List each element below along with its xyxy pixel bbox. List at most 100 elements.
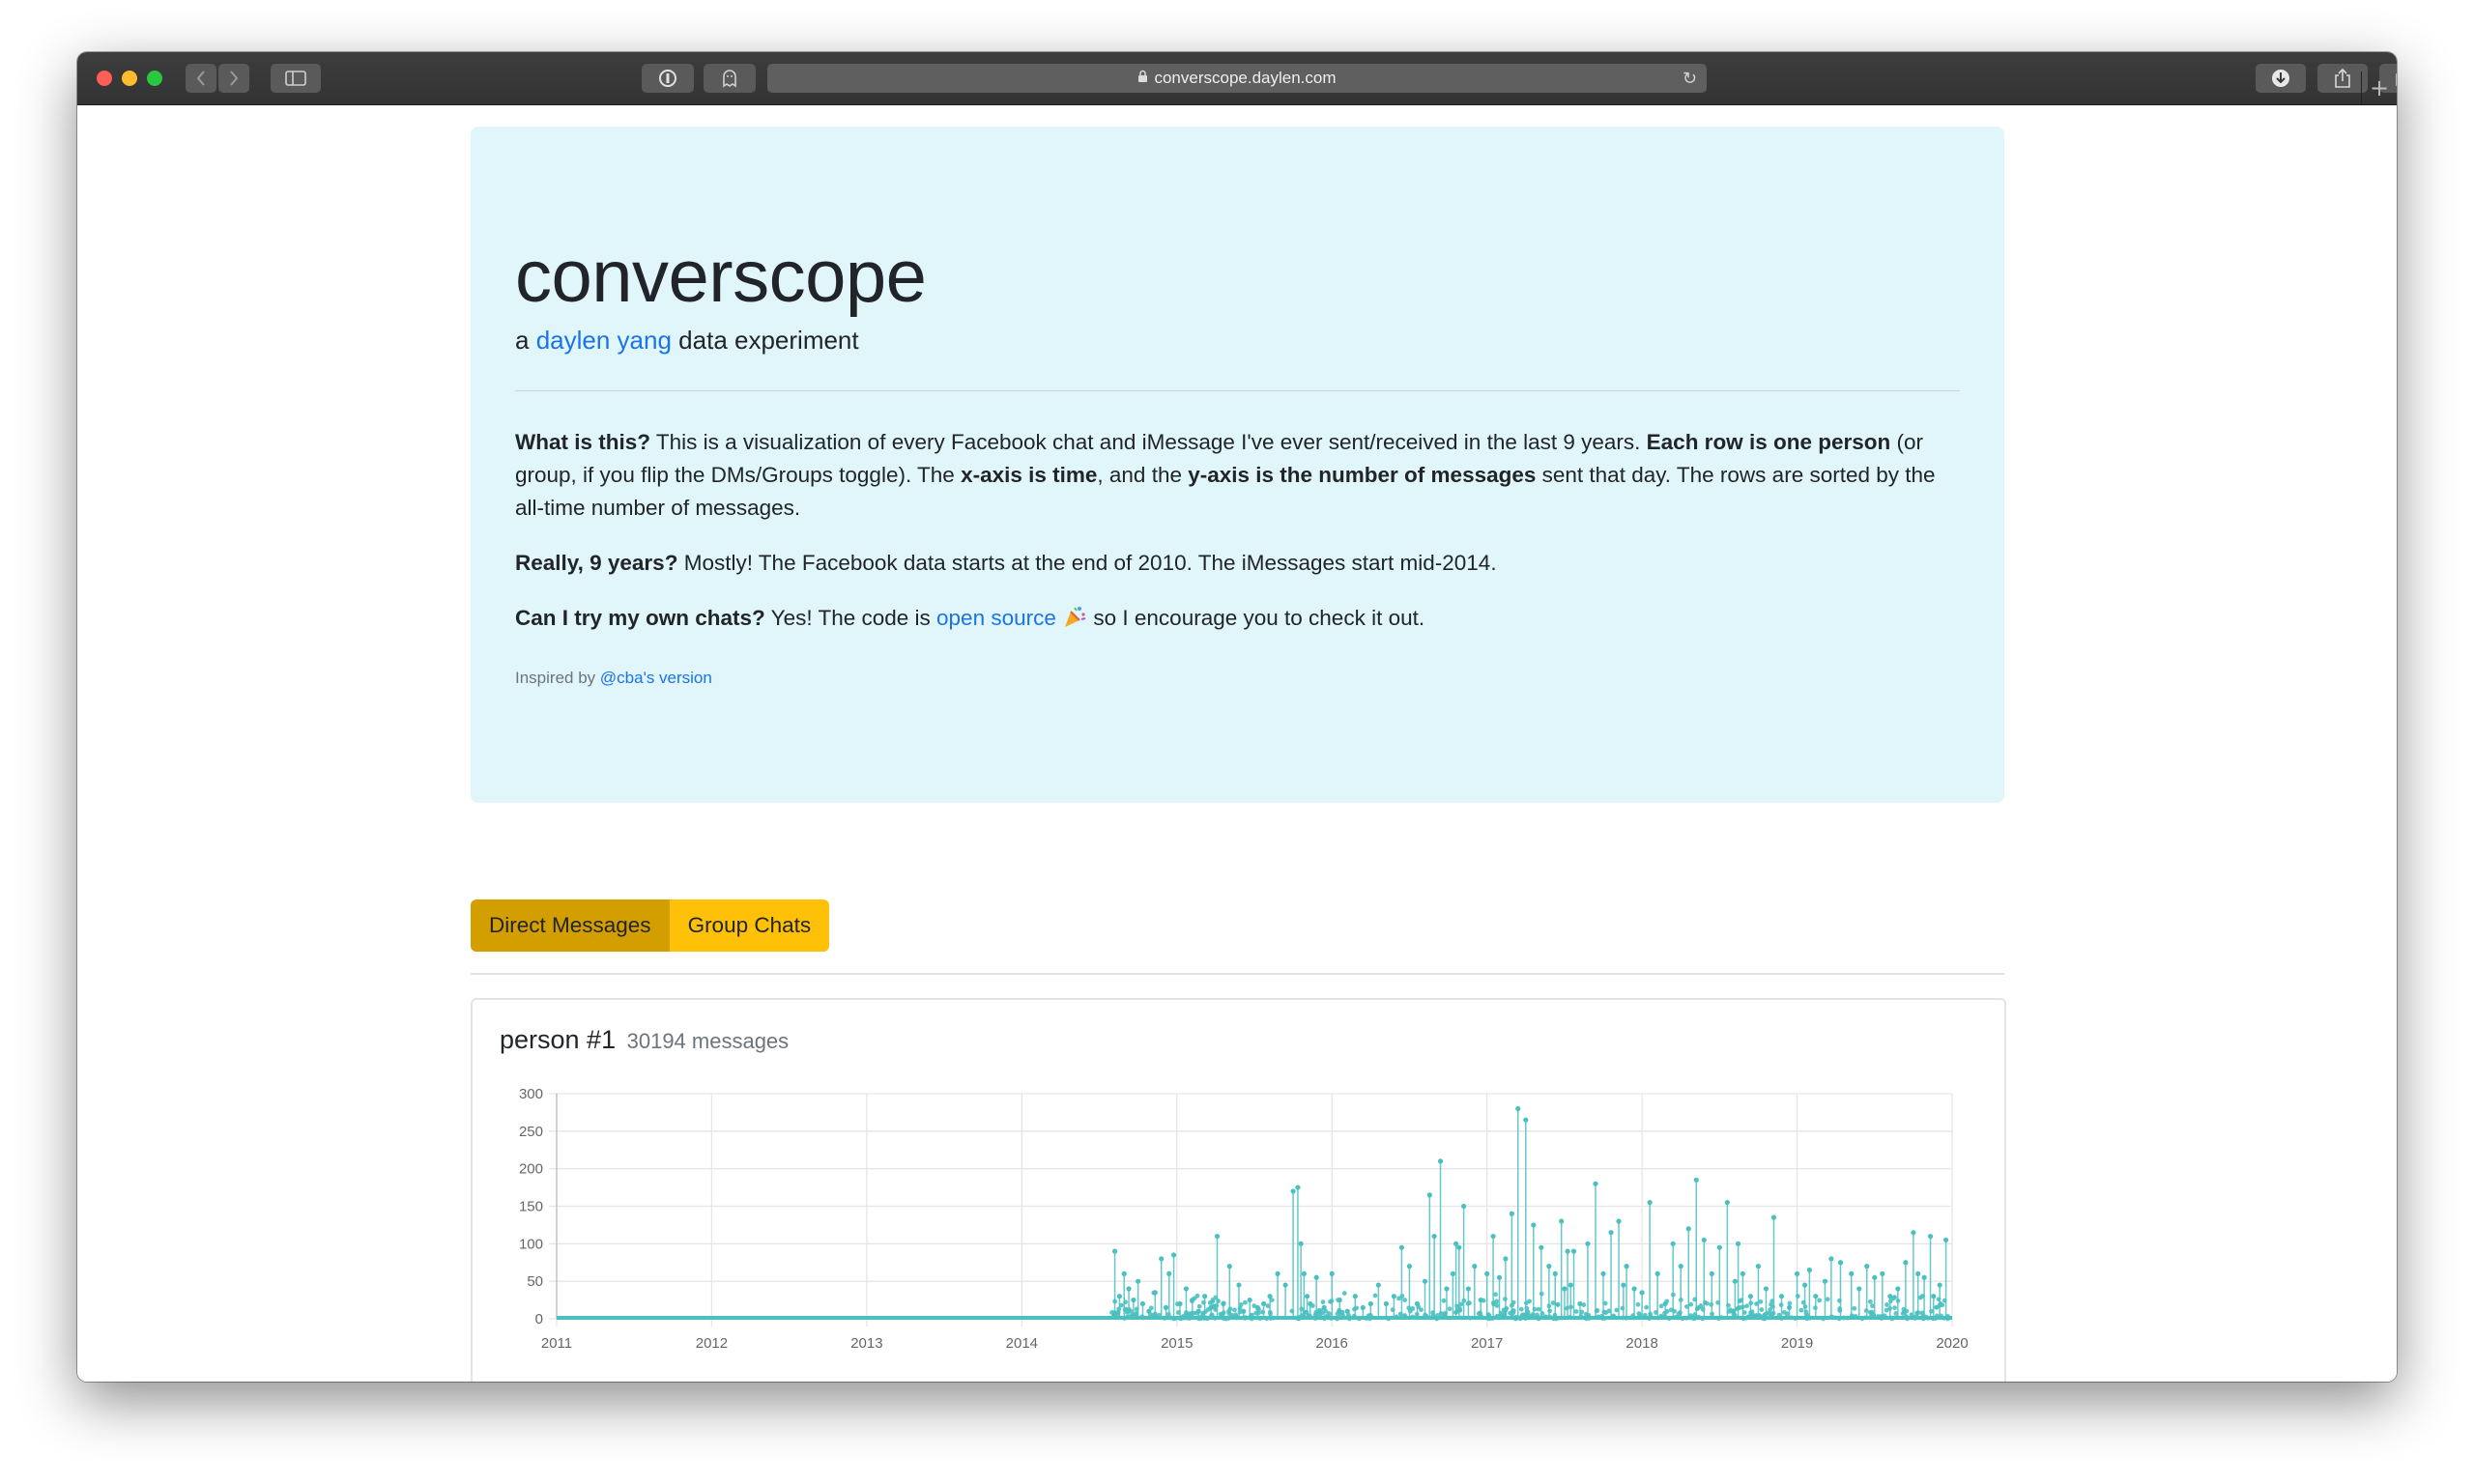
data-point xyxy=(1754,1301,1759,1306)
data-point xyxy=(1601,1309,1607,1315)
data-point xyxy=(1822,1278,1828,1284)
data-point xyxy=(1870,1303,1875,1309)
address-bar[interactable]: converscope.daylen.com ↻ xyxy=(767,64,1707,93)
data-point xyxy=(1666,1316,1672,1322)
emphasis-text: Each row is one person xyxy=(1646,430,1891,454)
data-point xyxy=(1226,1264,1232,1270)
data-point xyxy=(1539,1244,1544,1250)
data-point xyxy=(1341,1291,1347,1296)
data-point xyxy=(1927,1233,1934,1240)
data-point xyxy=(1126,1306,1132,1312)
password-manager-button[interactable] xyxy=(642,64,694,93)
data-point xyxy=(1503,1297,1508,1301)
data-point xyxy=(1539,1291,1544,1297)
open-source-link[interactable]: open source xyxy=(936,606,1056,630)
data-point xyxy=(1391,1294,1396,1299)
data-point xyxy=(1559,1315,1565,1321)
data-point xyxy=(1862,1315,1868,1321)
data-point xyxy=(1658,1313,1664,1319)
data-point xyxy=(1251,1303,1257,1308)
data-point xyxy=(1581,1302,1587,1307)
y-tick-label: 50 xyxy=(527,1273,543,1290)
inspired-link[interactable]: @cba's version xyxy=(600,669,712,687)
data-point xyxy=(1735,1241,1741,1246)
data-point xyxy=(1166,1270,1172,1276)
share-icon xyxy=(2335,68,2350,88)
sidebar-toggle-button[interactable] xyxy=(271,64,321,93)
data-point xyxy=(1147,1314,1153,1320)
data-point xyxy=(1614,1307,1620,1313)
data-point xyxy=(1841,1315,1847,1321)
data-point xyxy=(1869,1311,1875,1316)
ghost-icon xyxy=(723,70,736,88)
x-tick-label: 2014 xyxy=(1006,1335,1038,1352)
data-point xyxy=(1704,1300,1710,1306)
data-point xyxy=(1136,1278,1141,1284)
data-point xyxy=(1232,1307,1237,1313)
data-point xyxy=(1583,1312,1589,1317)
data-point xyxy=(1779,1316,1784,1321)
data-point xyxy=(1465,1286,1472,1292)
data-point xyxy=(1383,1300,1389,1307)
paragraph-text: Mostly! The Facebook data starts at the … xyxy=(677,551,1497,575)
data-point xyxy=(1739,1298,1744,1303)
group-chats-button[interactable]: Group Chats xyxy=(669,899,830,952)
y-tick-label: 100 xyxy=(519,1236,543,1252)
data-point xyxy=(1275,1270,1280,1276)
data-point xyxy=(1647,1316,1652,1321)
data-point xyxy=(1410,1306,1416,1311)
page-content: converscope a daylen yang data experimen… xyxy=(77,105,2397,1382)
data-point xyxy=(1624,1315,1629,1321)
data-point xyxy=(1402,1314,1408,1320)
close-window-button[interactable] xyxy=(97,71,112,86)
data-point xyxy=(1326,1311,1332,1316)
data-point xyxy=(1700,1306,1706,1312)
address-url: converscope.daylen.com xyxy=(1154,69,1337,87)
downloads-button[interactable] xyxy=(2256,64,2306,93)
data-point xyxy=(1724,1200,1730,1206)
intro-jumbotron: converscope a daylen yang data experimen… xyxy=(471,127,2004,803)
data-point xyxy=(1233,1312,1238,1318)
data-point xyxy=(1214,1233,1221,1240)
data-point xyxy=(1410,1314,1416,1320)
data-point xyxy=(1121,1270,1127,1276)
data-point xyxy=(1242,1315,1248,1321)
data-point xyxy=(1243,1299,1248,1305)
minimize-window-button[interactable] xyxy=(122,71,137,86)
data-point xyxy=(1915,1270,1921,1276)
data-point xyxy=(1795,1294,1800,1298)
forward-button[interactable] xyxy=(218,64,249,93)
data-point xyxy=(1309,1303,1315,1308)
data-point xyxy=(1299,1306,1305,1312)
extension-button[interactable] xyxy=(704,64,756,93)
data-point xyxy=(1778,1294,1785,1299)
data-point xyxy=(1636,1311,1642,1316)
sidebar-icon xyxy=(285,71,306,86)
data-point xyxy=(1644,1304,1650,1310)
data-point xyxy=(1915,1310,1921,1316)
data-point xyxy=(1547,1314,1552,1320)
data-point xyxy=(1269,1298,1275,1302)
y-tick-label: 150 xyxy=(519,1199,543,1215)
data-point xyxy=(1578,1314,1584,1319)
data-point xyxy=(1196,1303,1202,1309)
message-chart[interactable]: 0 50 100 150 200 250 300 2011 2012 2013 2014 2015 20… xyxy=(473,1000,2004,1382)
onepassword-icon xyxy=(659,70,676,87)
data-point xyxy=(1357,1316,1362,1322)
data-point xyxy=(1140,1315,1146,1321)
data-point xyxy=(1940,1302,1945,1308)
data-point xyxy=(1304,1294,1310,1299)
data-point xyxy=(1936,1297,1942,1302)
data-point xyxy=(1386,1316,1392,1322)
back-button[interactable] xyxy=(186,64,216,93)
new-tab-button[interactable]: + xyxy=(2361,71,2397,104)
data-point xyxy=(1118,1302,1124,1308)
data-point xyxy=(1555,1302,1561,1307)
author-link[interactable]: daylen yang xyxy=(536,326,672,355)
chevron-right-icon xyxy=(230,71,239,86)
data-point xyxy=(1853,1314,1858,1319)
direct-messages-button[interactable]: Direct Messages xyxy=(471,899,670,952)
reload-icon[interactable]: ↻ xyxy=(1683,69,1697,89)
maximize-window-button[interactable] xyxy=(147,71,162,86)
browser-toolbar: converscope.daylen.com ↻ + xyxy=(77,52,2397,105)
